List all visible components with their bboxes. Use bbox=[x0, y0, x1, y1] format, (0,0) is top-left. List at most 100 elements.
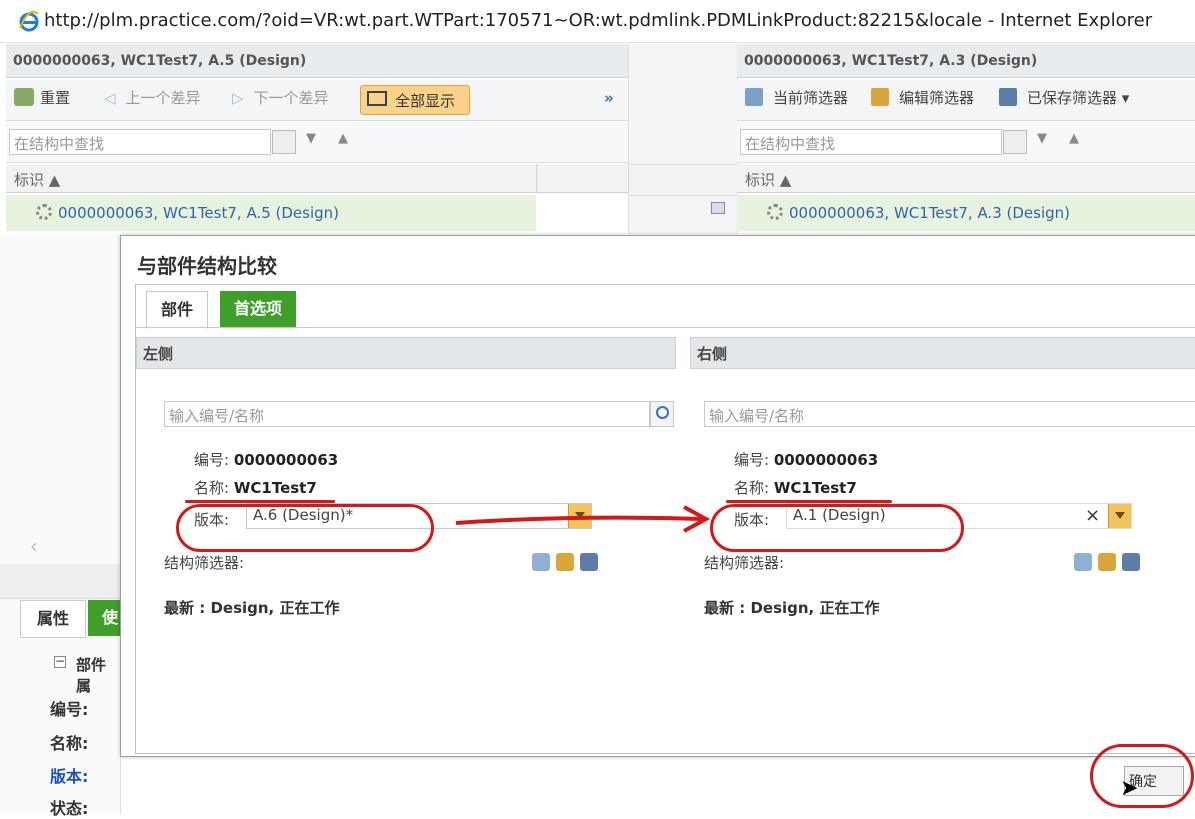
edit-filter-icon[interactable] bbox=[1098, 553, 1116, 571]
show-all-label: 全部显示 bbox=[395, 92, 456, 110]
middle-column-header bbox=[629, 164, 737, 196]
current-filter-label: 当前筛选器 bbox=[773, 89, 849, 107]
right-name-value: WC1Test7 bbox=[773, 479, 857, 497]
left-toolbar: 重置 ◁ 上一个差异 ▷ 下一个差异 全部显示 » bbox=[6, 80, 628, 121]
chevron-down-icon[interactable] bbox=[1108, 504, 1131, 528]
filter-tree-icon[interactable] bbox=[1074, 553, 1092, 571]
compare-middle-strip bbox=[628, 44, 738, 234]
left-row-link[interactable]: 0000000063, WC1Test7, A.5 (Design) bbox=[36, 204, 339, 222]
current-filter-button[interactable]: 当前筛选器 bbox=[745, 80, 848, 116]
dialog-title: 与部件结构比较 bbox=[137, 254, 277, 278]
compare-structure-dialog: 与部件结构比较 部件 首选项 左侧 输入编号/名称 编号: 0000000063… bbox=[120, 235, 1195, 757]
left-row-text: 0000000063, WC1Test7, A.5 (Design) bbox=[58, 204, 340, 222]
column-divider bbox=[536, 164, 537, 192]
show-all-button[interactable]: 全部显示 bbox=[360, 85, 470, 115]
right-structure-header: 0000000063, WC1Test7, A.3 (Design) bbox=[737, 44, 1195, 78]
background-divider bbox=[0, 564, 120, 599]
left-number-value: 0000000063 bbox=[233, 451, 339, 469]
tab-part[interactable]: 部件 bbox=[146, 291, 209, 329]
annotation-arrow bbox=[455, 505, 711, 533]
saved-filter-icon[interactable] bbox=[1122, 553, 1140, 571]
saved-filter-label: 已保存筛选器 ▾ bbox=[1027, 89, 1130, 107]
right-number-name-input[interactable]: 输入编号/名称 bbox=[704, 401, 1195, 427]
right-filter-value: 最新 : Design, 正在工作 bbox=[704, 599, 880, 617]
window-title-bar: http://plm.practice.com/?oid=VR:wt.part.… bbox=[0, 0, 1195, 43]
binoculars-icon[interactable] bbox=[1003, 130, 1027, 154]
left-structure-header: 0000000063, WC1Test7, A.5 (Design) bbox=[6, 44, 628, 78]
tab-attributes[interactable]: 属性 bbox=[20, 600, 86, 638]
annotation-circle-ok bbox=[1090, 744, 1194, 808]
left-id-column-label[interactable]: 标识 ▲ bbox=[14, 169, 60, 190]
left-number-name-input[interactable]: 输入编号/名称 bbox=[164, 401, 650, 427]
edit-filter-button[interactable]: 编辑筛选器 bbox=[871, 80, 974, 116]
left-filter-icons bbox=[526, 553, 598, 575]
left-search-placeholder: 在结构中查找 bbox=[14, 135, 105, 153]
section-part-attributes: 部件属 bbox=[76, 656, 107, 695]
right-number-field: 编号: 0000000063 bbox=[734, 449, 878, 470]
right-search-bar: 在结构中查找 ▼ ▲ bbox=[737, 122, 1195, 163]
right-structure-row[interactable]: 0000000063, WC1Test7, A.3 (Design) bbox=[737, 195, 1195, 231]
label-number: 编号: bbox=[50, 700, 89, 719]
right-side-section: 右侧 bbox=[690, 337, 1195, 369]
filter-up-icon[interactable]: ▲ bbox=[1069, 131, 1079, 146]
right-number-label: 编号: bbox=[734, 451, 770, 469]
show-all-icon bbox=[367, 91, 387, 106]
prev-arrow-icon: ◁ bbox=[104, 89, 116, 107]
left-column-header: 标识 ▲ bbox=[6, 164, 628, 193]
scroll-left-icon[interactable]: ‹ bbox=[30, 534, 38, 558]
left-filter-value: 最新 : Design, 正在工作 bbox=[164, 599, 340, 617]
left-input-placeholder: 输入编号/名称 bbox=[169, 407, 265, 425]
annotation-underline-right bbox=[726, 500, 892, 503]
right-column-header: 标识 ▲ bbox=[737, 164, 1195, 193]
clear-icon[interactable]: × bbox=[1085, 505, 1100, 526]
binoculars-icon[interactable] bbox=[272, 130, 296, 154]
right-structure-filter-label: 结构筛选器: bbox=[704, 554, 785, 572]
filter-tree-icon bbox=[745, 88, 763, 106]
background-left-area: ‹ 属性 使 − 部件属 编号: 名称: 版本: 状态: bbox=[0, 234, 121, 818]
left-name-label: 名称: bbox=[194, 479, 230, 497]
filter-down-icon[interactable]: ▼ bbox=[1037, 131, 1047, 146]
search-icon[interactable] bbox=[650, 401, 674, 427]
label-version-link[interactable]: 版本: bbox=[50, 763, 88, 787]
edit-filter-icon bbox=[871, 88, 889, 106]
reset-label: 重置 bbox=[40, 89, 71, 107]
right-number-value: 0000000063 bbox=[773, 451, 879, 469]
left-structure-filter-label: 结构筛选器: bbox=[164, 554, 245, 572]
window-title: http://plm.practice.com/?oid=VR:wt.part.… bbox=[44, 10, 1153, 31]
edit-filter-icon[interactable] bbox=[556, 553, 574, 571]
saved-filter-button[interactable]: 已保存筛选器 ▾ bbox=[999, 80, 1129, 116]
saved-filter-icon[interactable] bbox=[580, 553, 598, 571]
prev-diff-button[interactable]: ◁ 上一个差异 bbox=[104, 80, 201, 116]
next-diff-label: 下一个差异 bbox=[253, 89, 329, 107]
reset-button[interactable]: 重置 bbox=[14, 80, 70, 116]
edit-filter-label: 编辑筛选器 bbox=[899, 89, 975, 107]
tab-usage[interactable]: 使 bbox=[88, 600, 120, 636]
annotation-circle-right-version bbox=[710, 504, 964, 552]
right-filter-icons bbox=[1068, 553, 1140, 575]
left-structure-row[interactable]: 0000000063, WC1Test7, A.5 (Design) bbox=[6, 195, 536, 231]
right-toolbar: 当前筛选器 编辑筛选器 已保存筛选器 ▾ bbox=[737, 80, 1195, 121]
right-structure-search-input[interactable]: 在结构中查找 bbox=[740, 129, 1002, 155]
annotation-underline-left bbox=[185, 500, 335, 503]
part-gear-icon bbox=[767, 204, 783, 220]
right-id-column-label[interactable]: 标识 ▲ bbox=[745, 169, 791, 190]
part-gear-icon bbox=[36, 204, 52, 220]
right-name-label: 名称: bbox=[734, 479, 770, 497]
filter-tree-icon[interactable] bbox=[532, 553, 550, 571]
collapse-icon[interactable]: − bbox=[54, 655, 66, 668]
tab-underline bbox=[136, 327, 1195, 328]
right-input-placeholder: 输入编号/名称 bbox=[709, 407, 805, 425]
right-row-text: 0000000063, WC1Test7, A.3 (Design) bbox=[789, 204, 1071, 222]
more-toolbar-button[interactable]: » bbox=[604, 80, 614, 116]
filter-down-icon[interactable]: ▼ bbox=[306, 131, 316, 146]
filter-up-icon[interactable]: ▲ bbox=[338, 131, 348, 146]
compare-status-icon bbox=[711, 202, 725, 214]
next-diff-button[interactable]: ▷ 下一个差异 bbox=[232, 80, 329, 116]
right-name-field: 名称: WC1Test7 bbox=[734, 477, 857, 498]
left-structure-search-input[interactable]: 在结构中查找 bbox=[9, 129, 271, 155]
left-name-value: WC1Test7 bbox=[233, 479, 317, 497]
internet-explorer-icon bbox=[19, 10, 39, 32]
tab-preferences[interactable]: 首选项 bbox=[220, 291, 297, 327]
right-row-link[interactable]: 0000000063, WC1Test7, A.3 (Design) bbox=[767, 204, 1070, 222]
saved-filter-icon bbox=[999, 88, 1017, 106]
